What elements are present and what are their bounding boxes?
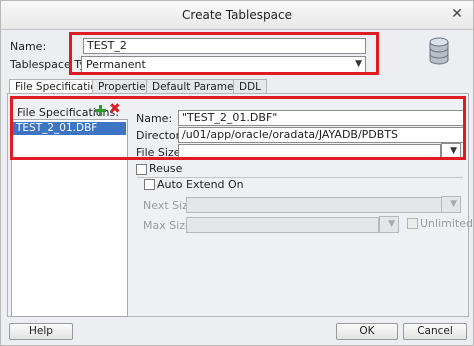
next-size-input bbox=[186, 197, 442, 213]
reuse-checkbox[interactable] bbox=[136, 164, 147, 175]
name-label: Name: bbox=[10, 40, 47, 53]
cancel-button[interactable]: Cancel bbox=[403, 323, 467, 340]
reuse-label: Reuse bbox=[149, 162, 183, 175]
auto-extend-label: Auto Extend On bbox=[157, 178, 247, 191]
highlight-file-specs bbox=[10, 96, 466, 160]
highlight-name-type bbox=[69, 32, 379, 75]
tab-ddl[interactable]: DDL bbox=[233, 79, 268, 94]
database-icon bbox=[429, 37, 449, 65]
close-icon[interactable]: ✕ bbox=[449, 6, 465, 22]
auto-extend-checkbox[interactable] bbox=[144, 179, 155, 190]
title-bar: Create Tablespace ✕ bbox=[1, 1, 473, 30]
dialog-title: Create Tablespace bbox=[182, 8, 292, 22]
chevron-down-icon: ▼ bbox=[450, 199, 457, 209]
ok-button[interactable]: OK bbox=[336, 323, 398, 340]
help-button[interactable]: Help bbox=[9, 323, 73, 340]
unlimited-label: Unlimited bbox=[420, 217, 473, 230]
unlimited-checkbox bbox=[407, 218, 418, 229]
next-size-unit-select: ▼ bbox=[441, 196, 461, 213]
create-tablespace-dialog: Create Tablespace ✕ Name: TEST_2 Tablesp… bbox=[0, 0, 474, 346]
max-size-input bbox=[186, 217, 379, 233]
chevron-down-icon: ▼ bbox=[388, 219, 395, 229]
max-size-unit-select: ▼ bbox=[379, 216, 399, 233]
